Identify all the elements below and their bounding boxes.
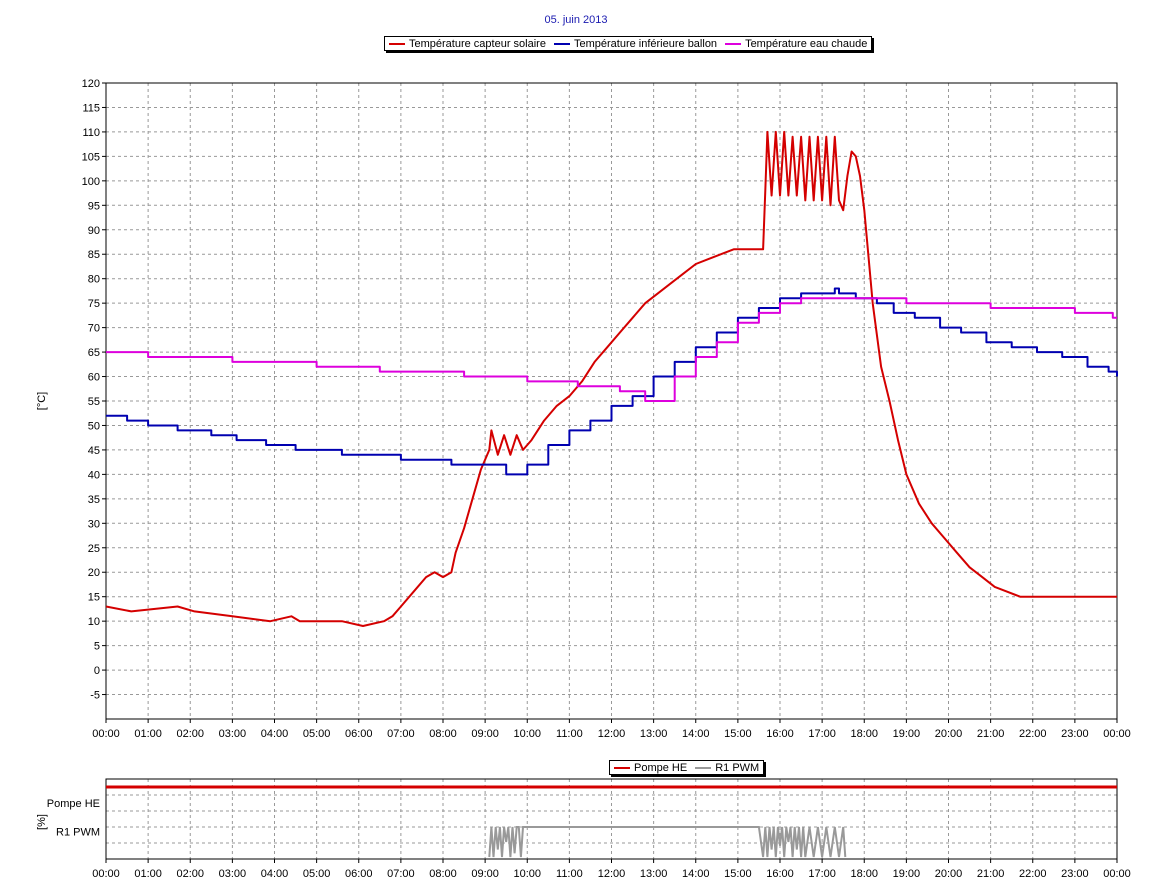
x-tick-label: 05:00 <box>303 728 331 740</box>
y-tick-label: 90 <box>88 225 100 237</box>
x-tick-label: 08:00 <box>429 728 457 740</box>
legend-swatch <box>614 766 630 769</box>
chart-canvas: -5 0 5 10 15 20 25 30 35 40 45 50 55 60 65 70 75 80 85 90 95… <box>36 78 1131 880</box>
legend-swatch <box>389 42 405 45</box>
legend-swatch <box>725 42 742 45</box>
y-tick-label: 80 <box>88 274 100 286</box>
x-tick-label: 12:00 <box>598 728 626 740</box>
y-tick-label: 70 <box>88 323 100 335</box>
y-tick-label: 100 <box>82 176 100 188</box>
x-tick-label: 04:00 <box>261 868 289 880</box>
y-tick-label: -5 <box>90 690 100 702</box>
y-tick-label: 105 <box>82 151 100 163</box>
y-tick-label: 0 <box>94 665 100 677</box>
x-tick-label: 02:00 <box>176 868 204 880</box>
x-tick-label: 15:00 <box>724 728 752 740</box>
x-tick-label: 08:00 <box>429 868 457 880</box>
y-tick-label: 30 <box>88 518 100 530</box>
legend-swatch <box>695 766 712 769</box>
x-tick-label: 00:00 <box>92 728 120 740</box>
y-tick-label: 35 <box>88 494 100 506</box>
x-tick-label: 17:00 <box>808 728 836 740</box>
x-tick-label: 13:00 <box>640 868 668 880</box>
x-tick-label: 05:00 <box>303 868 331 880</box>
legend-entry: Température inférieure ballon <box>553 37 718 50</box>
y-tick-label: 25 <box>88 543 100 555</box>
legend-label: Température capteur solaire <box>409 37 546 50</box>
x-tick-label: 14:00 <box>682 728 710 740</box>
y-category-label: R1 PWM <box>56 827 100 839</box>
y-tick-label: 65 <box>88 347 100 359</box>
x-tick-label: 19:00 <box>893 868 921 880</box>
x-tick-label: 16:00 <box>766 728 794 740</box>
x-tick-label: 07:00 <box>387 728 415 740</box>
x-tick-label: 01:00 <box>134 868 162 880</box>
y-tick-label: 5 <box>94 641 100 653</box>
y-tick-label: 95 <box>88 200 100 212</box>
y-tick-label: 50 <box>88 420 100 432</box>
x-tick-label: 17:00 <box>808 868 836 880</box>
y-tick-label: 55 <box>88 396 100 408</box>
x-tick-label: 16:00 <box>766 868 794 880</box>
y-category-label: Pompe HE <box>47 798 100 810</box>
x-tick-label: 22:00 <box>1019 868 1047 880</box>
y-tick-label: 10 <box>88 616 100 628</box>
x-tick-label: 22:00 <box>1019 728 1047 740</box>
x-tick-label: 18:00 <box>850 728 878 740</box>
x-tick-label: 01:00 <box>134 728 162 740</box>
legend-label: Température inférieure ballon <box>573 37 718 50</box>
y-tick-label: 85 <box>88 249 100 261</box>
x-tick-label: 00:00 <box>92 868 120 880</box>
x-tick-label: 12:00 <box>598 868 626 880</box>
x-tick-label: 03:00 <box>219 728 247 740</box>
y-tick-label: 40 <box>88 469 100 481</box>
legend-label: Température eau chaude <box>745 37 868 50</box>
x-tick-label: 20:00 <box>935 868 963 880</box>
y-tick-label: 20 <box>88 567 100 579</box>
pump-chart-legend: Pompe HE R1 PWM <box>609 760 765 775</box>
y-tick-label: 45 <box>88 445 100 457</box>
legend-entry: Température capteur solaire <box>389 38 546 50</box>
x-tick-label: 00:00 <box>1103 728 1131 740</box>
x-tick-label: 11:00 <box>556 868 583 880</box>
legend-entry: Pompe HE <box>614 762 687 774</box>
legend-swatch <box>553 42 570 45</box>
main-chart-legend: Température capteur solaire Température i… <box>384 36 873 51</box>
x-tick-label: 15:00 <box>724 868 752 880</box>
legend-entry: R1 PWM <box>695 762 759 774</box>
x-tick-label: 13:00 <box>640 728 668 740</box>
x-tick-label: 09:00 <box>471 868 499 880</box>
x-tick-label: 10:00 <box>513 868 541 880</box>
x-tick-label: 11:00 <box>556 728 583 740</box>
x-tick-label: 21:00 <box>977 728 1005 740</box>
x-tick-label: 06:00 <box>345 728 373 740</box>
x-tick-label: 21:00 <box>977 868 1005 880</box>
y-axis-label-2: [%] <box>36 814 48 830</box>
x-tick-label: 04:00 <box>261 728 289 740</box>
y-tick-label: 115 <box>82 102 100 114</box>
legend-label: Pompe HE <box>634 761 688 774</box>
x-tick-label: 00:00 <box>1103 868 1131 880</box>
x-tick-label: 02:00 <box>176 728 204 740</box>
x-tick-label: 18:00 <box>850 868 878 880</box>
x-tick-label: 14:00 <box>682 868 710 880</box>
y-tick-label: 75 <box>88 298 100 310</box>
legend-entry: Température eau chaude <box>725 38 867 50</box>
y-tick-label: 110 <box>82 127 100 139</box>
x-tick-label: 23:00 <box>1061 728 1089 740</box>
x-tick-label: 03:00 <box>219 868 247 880</box>
x-tick-label: 09:00 <box>471 728 499 740</box>
legend-label: R1 PWM <box>715 761 760 774</box>
y-tick-label: 60 <box>88 372 100 384</box>
x-tick-label: 19:00 <box>893 728 921 740</box>
y-axis-label: [°C] <box>36 392 48 410</box>
x-tick-label: 07:00 <box>387 868 415 880</box>
chart-title: 05. juin 2013 <box>544 14 608 26</box>
x-tick-label: 10:00 <box>513 728 541 740</box>
y-tick-label: 15 <box>88 592 100 604</box>
x-tick-label: 23:00 <box>1061 868 1089 880</box>
x-tick-label: 06:00 <box>345 868 373 880</box>
x-tick-label: 20:00 <box>935 728 963 740</box>
y-tick-label: 120 <box>82 78 100 90</box>
